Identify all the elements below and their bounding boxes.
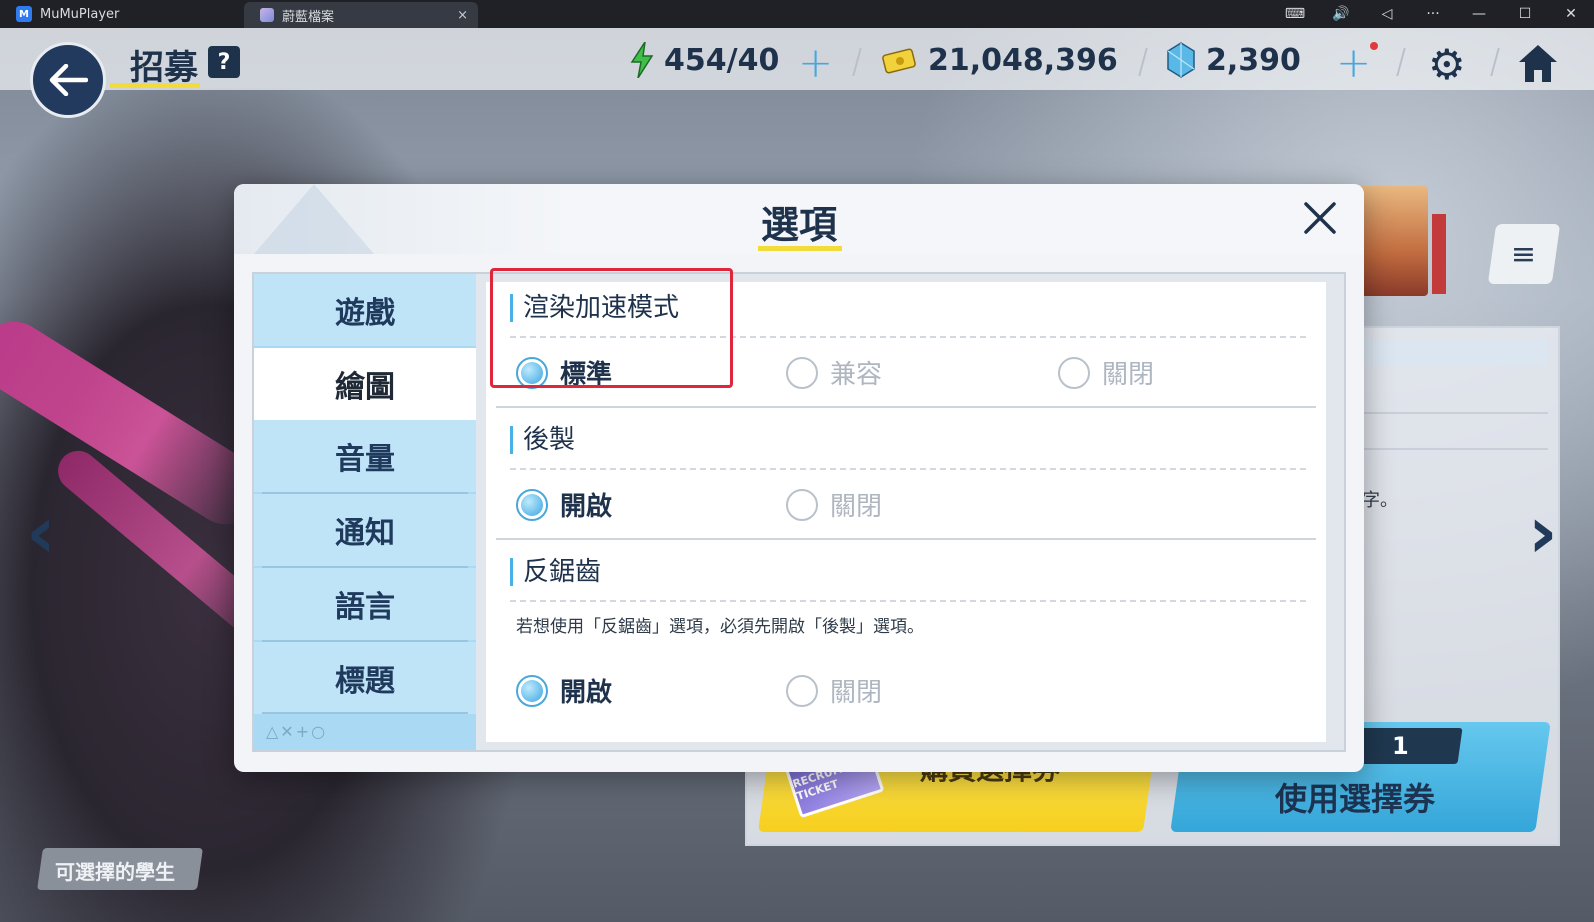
section-divider — [496, 538, 1316, 540]
chevron-left-icon[interactable]: ‹ — [26, 490, 56, 574]
sidebar-item-title[interactable]: 標題 — [254, 642, 476, 714]
chevron-right-icon[interactable]: › — [1528, 490, 1558, 574]
radio-label: 開啟 — [560, 678, 613, 708]
ticket-count: 1 — [1391, 732, 1409, 760]
arrow-left-icon — [49, 64, 88, 96]
background-panel-line — [1360, 412, 1548, 414]
mumu-logo-icon: M — [16, 6, 32, 22]
sidebar-item-language[interactable]: 語言 — [254, 568, 476, 640]
add-gems-button[interactable]: + — [1336, 38, 1371, 87]
close-window-icon[interactable]: ✕ — [1548, 0, 1594, 28]
game-tab[interactable]: 蔚藍檔案 × — [244, 2, 478, 28]
page-title: 招募 — [130, 48, 198, 88]
radio-label: 關閉 — [1102, 360, 1155, 390]
back-button[interactable] — [30, 42, 106, 118]
radio-unselected-icon — [786, 488, 818, 521]
antialias-title: 反鋸齒 — [510, 558, 601, 586]
credits-display: 21,048,396 — [882, 40, 1118, 80]
radio-selected-icon — [516, 674, 548, 707]
sidebar-divider — [262, 712, 468, 714]
radio-selected-icon — [516, 488, 548, 521]
maximize-icon[interactable]: ☐ — [1502, 0, 1548, 28]
close-icon[interactable] — [1298, 196, 1342, 240]
sidebar-item-game[interactable]: 遊戲 — [254, 274, 476, 346]
add-stamina-button[interactable]: + — [798, 38, 833, 87]
section-divider — [496, 406, 1316, 408]
postprocess-off-radio[interactable]: 關閉 — [786, 486, 882, 523]
background-panel-bar — [1360, 339, 1548, 365]
postprocess-on-radio[interactable]: 開啟 — [516, 486, 612, 523]
app-name: MuMuPlayer — [40, 6, 120, 22]
pyroxene-gem-icon — [1166, 42, 1196, 78]
credit-card-icon — [882, 46, 918, 74]
notification-dot — [1370, 42, 1378, 50]
radio-unselected-icon — [1058, 356, 1090, 389]
game-tab-label: 蔚藍檔案 — [282, 9, 335, 25]
postprocess-title: 後製 — [510, 426, 575, 454]
radio-label: 關閉 — [830, 492, 883, 522]
window-titlebar: M MuMuPlayer 蔚藍檔案 × ⌨ 🔊 ◁ ··· — ☐ ✕ — [0, 0, 1594, 28]
sidebar-item-notification[interactable]: 通知 — [254, 494, 476, 566]
section-dashed-line — [510, 600, 1306, 602]
antialias-note: 若想使用「反鋸齒」選項，必須先開啟「後製」選項。 — [516, 617, 924, 637]
keyboard-icon[interactable]: ⌨ — [1272, 0, 1318, 28]
list-menu-button[interactable]: ≡ — [1487, 224, 1561, 284]
annotation-highlight-box — [490, 268, 733, 388]
radio-unselected-icon — [786, 356, 818, 389]
radio-label: 關閉 — [830, 678, 883, 708]
radio-unselected-icon — [786, 674, 818, 707]
background-text-fragment: 字。 — [1362, 490, 1398, 511]
radio-label: 開啟 — [560, 492, 613, 522]
render-mode-compat-radio[interactable]: 兼容 — [786, 354, 882, 391]
options-dialog: 選項 遊戲 繪圖 音量 通知 語言 標題 △✕+○ 渲染加速模式 標準 兼容 關… — [234, 184, 1364, 772]
credits-value: 21,048,396 — [928, 42, 1118, 78]
controller-glyphs: △✕+○ — [266, 722, 328, 741]
avatar-accent-bar — [1432, 214, 1446, 294]
back-nav-icon[interactable]: ◁ — [1364, 0, 1410, 28]
student-avatar[interactable] — [1358, 186, 1428, 296]
more-icon[interactable]: ··· — [1410, 0, 1456, 28]
menu-icon: ≡ — [1511, 236, 1537, 272]
app-tab[interactable]: M MuMuPlayer — [0, 0, 244, 28]
antialias-off-radio[interactable]: 關閉 — [786, 672, 882, 709]
selectable-students-label: 可選擇的學生 — [55, 860, 175, 884]
close-tab-icon[interactable]: × — [457, 8, 468, 23]
dialog-body: 遊戲 繪圖 音量 通知 語言 標題 △✕+○ 渲染加速模式 標準 兼容 關閉 後… — [252, 272, 1346, 752]
render-mode-off-radio[interactable]: 關閉 — [1058, 354, 1154, 391]
window-controls: ⌨ 🔊 ◁ ··· — ☐ ✕ — [1272, 0, 1594, 28]
lightning-icon — [630, 42, 654, 78]
game-icon — [260, 8, 274, 22]
sidebar-item-volume[interactable]: 音量 — [254, 420, 476, 492]
section-dashed-line — [510, 468, 1306, 470]
gems-display: 2,390 — [1166, 40, 1301, 80]
minimize-icon[interactable]: — — [1456, 0, 1502, 28]
radio-label: 兼容 — [830, 360, 883, 390]
help-button[interactable]: ? — [208, 46, 240, 78]
gems-value: 2,390 — [1206, 42, 1301, 78]
gear-icon[interactable]: ⚙ — [1428, 40, 1466, 89]
volume-icon[interactable]: 🔊 — [1318, 0, 1364, 28]
dialog-title: 選項 — [760, 203, 837, 247]
stamina-display: 454/40 — [630, 40, 779, 80]
antialias-on-radio[interactable]: 開啟 — [516, 672, 612, 709]
background-panel-line — [1360, 448, 1548, 450]
options-sidebar: 遊戲 繪圖 音量 通知 語言 標題 △✕+○ — [254, 274, 476, 750]
dialog-title-underline — [758, 246, 842, 251]
use-ticket-label: 使用選擇券 — [1275, 780, 1436, 818]
sidebar-item-graphics[interactable]: 繪圖 — [254, 348, 476, 420]
stamina-value: 454/40 — [664, 42, 780, 78]
home-icon[interactable] — [1516, 42, 1560, 88]
